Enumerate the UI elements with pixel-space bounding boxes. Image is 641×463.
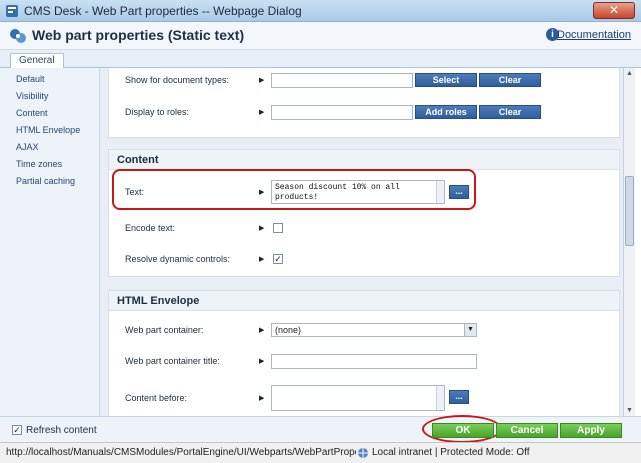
scroll-thumb[interactable]	[625, 176, 634, 246]
scroll-down-icon[interactable]: ▼	[624, 405, 635, 416]
clear-roles-button[interactable]: Clear	[479, 105, 541, 119]
sidebar-item-visibility[interactable]: Visibility	[0, 88, 99, 105]
status-zone: Local intranet | Protected Mode: Off	[372, 447, 530, 458]
properties-content: Show for document types: ▶ Select Clear …	[100, 68, 623, 416]
document-types-input[interactable]	[271, 73, 413, 88]
sidebar-item-partial-caching[interactable]: Partial caching	[0, 173, 99, 190]
sidebar-item-time-zones[interactable]: Time zones	[0, 156, 99, 173]
tab-general[interactable]: General	[10, 53, 64, 69]
cancel-button[interactable]: Cancel	[496, 423, 558, 438]
container-label: Web part container:	[125, 325, 204, 335]
arrow-right-icon: ▶	[259, 358, 265, 365]
cms-app-icon	[6, 5, 18, 17]
arrow-right-icon: ▶	[259, 77, 265, 84]
page-title: Web part properties (Static text)	[32, 27, 245, 43]
encode-text-label: Encode text:	[125, 223, 176, 233]
content-before-edit-button[interactable]: ...	[449, 390, 469, 404]
sidebar-item-default[interactable]: Default	[0, 71, 99, 88]
sidebar-nav: Default Visibility Content HTML Envelope…	[0, 68, 99, 190]
clear-types-button[interactable]: Clear	[479, 73, 541, 87]
dialog-footer: ✓ Refresh content OK Cancel Apply	[0, 415, 641, 443]
arrow-right-icon: ▶	[259, 256, 265, 263]
sidebar-item-content[interactable]: Content	[0, 105, 99, 122]
arrow-right-icon: ▶	[259, 109, 265, 116]
container-value: (none)	[275, 325, 302, 335]
refresh-content-label: Refresh content	[26, 425, 97, 436]
apply-button[interactable]: Apply	[560, 423, 622, 438]
show-for-types-label: Show for document types:	[125, 75, 230, 85]
content-scrollbar[interactable]: ▲ ▼	[623, 68, 635, 416]
globe-icon	[358, 448, 368, 458]
webpart-icon	[10, 29, 26, 43]
sidebar: Default Visibility Content HTML Envelope…	[0, 68, 100, 416]
text-row-highlight	[112, 169, 476, 210]
envelope-section-heading: HTML Envelope	[109, 291, 619, 311]
status-url: http://localhost/Manuals/CMSModules/Port…	[6, 447, 356, 458]
select-button[interactable]: Select	[415, 73, 477, 87]
status-bar: http://localhost/Manuals/CMSModules/Port…	[0, 442, 641, 463]
arrow-right-icon: ▶	[259, 327, 265, 334]
container-title-input[interactable]	[271, 354, 477, 369]
chevron-down-icon[interactable]: ▼	[464, 324, 476, 336]
content-before-label: Content before:	[125, 393, 188, 403]
refresh-content-checkbox[interactable]: ✓	[12, 425, 22, 435]
display-to-roles-label: Display to roles:	[125, 107, 190, 117]
add-roles-button[interactable]: Add roles	[415, 105, 477, 119]
window-title: CMS Desk - Web Part properties -- Webpag…	[24, 4, 302, 18]
content-section-heading: Content	[109, 150, 619, 170]
textarea-scrollbar[interactable]	[436, 386, 444, 410]
container-select[interactable]: (none) ▼	[271, 323, 477, 337]
window-close-button[interactable]: ✕	[593, 2, 635, 19]
resolve-dynamic-checkbox[interactable]: ✓	[273, 254, 283, 264]
resolve-dynamic-label: Resolve dynamic controls:	[125, 254, 231, 264]
encode-text-checkbox[interactable]	[273, 223, 283, 233]
content-before-textarea[interactable]	[271, 385, 445, 411]
roles-input[interactable]	[271, 105, 413, 120]
window-titlebar: CMS Desk - Web Part properties -- Webpag…	[0, 0, 641, 22]
visibility-panel: Show for document types: ▶ Select Clear …	[108, 68, 620, 138]
tab-strip: General	[0, 50, 641, 69]
arrow-right-icon: ▶	[259, 225, 265, 232]
ok-button[interactable]: OK	[432, 423, 494, 438]
container-title-label: Web part container title:	[125, 356, 220, 366]
dialog-header: Web part properties (Static text) i Docu…	[0, 22, 641, 50]
scroll-up-icon[interactable]: ▲	[624, 68, 635, 79]
documentation-link[interactable]: Documentation	[557, 29, 631, 41]
sidebar-item-ajax[interactable]: AJAX	[0, 139, 99, 156]
arrow-right-icon: ▶	[259, 395, 265, 402]
sidebar-item-html-envelope[interactable]: HTML Envelope	[0, 122, 99, 139]
html-envelope-panel: HTML Envelope Web part container: ▶ (non…	[108, 290, 620, 416]
